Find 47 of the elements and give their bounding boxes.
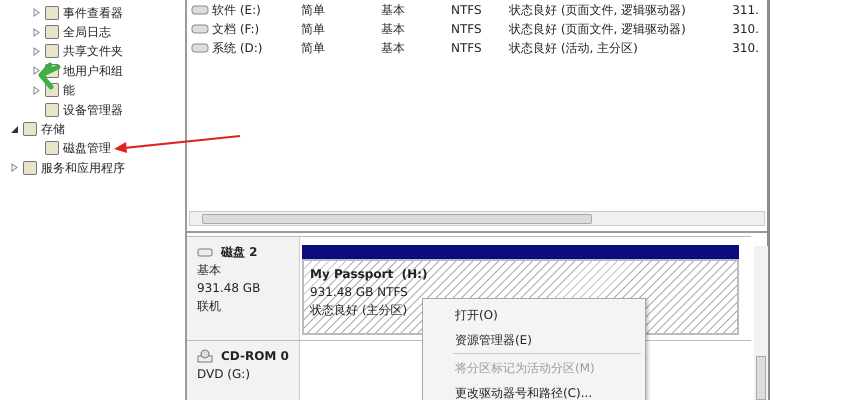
menu-item[interactable]: 更改驱动器号和路径(C)... [425,380,643,400]
tree-item[interactable]: 服务和应用程序 [41,158,125,177]
drive-icon [191,4,209,14]
menu-item[interactable]: 打开(O) [425,302,643,327]
table-cell-text: 310. [731,20,759,38]
table-cell-text: NTFS [451,20,483,38]
tree-item[interactable]: 共享文件夹 [63,42,123,60]
drive-icon [191,42,209,52]
expander-icon[interactable] [10,124,19,134]
table-cell-text: 状态良好 (活动, 主分区) [509,40,639,56]
drive-icon [191,24,209,34]
horizontal-scrollbar[interactable] [189,210,765,226]
disk-info: DVD (G:) [197,366,251,383]
annotation-arrow-icon [112,134,242,154]
disk-info: 联机 [197,298,222,315]
tree-item[interactable]: 全局日志 [63,23,111,42]
table-cell-text: 简单 [301,40,326,56]
tree-item[interactable]: 事件查看器 [63,4,123,22]
partition-size: 931.48 GB NTFS [310,285,408,299]
tree-item[interactable]: 能 [63,81,75,100]
table-cell-text: 简单 [301,2,326,18]
table-cell-text: NTFS [451,2,483,18]
table-cell-text: 简单 [301,20,326,38]
vertical-scrollbar[interactable] [754,246,768,400]
table-cell-text: 状态良好 (页面文件, 逻辑驱动器) [509,20,687,38]
tree-item[interactable]: 地用户和组 [63,62,123,80]
table-cell-text: 软件 (E:) [212,2,262,18]
tree-item[interactable]: 设备管理器 [63,100,123,119]
partition-name: My Passport (H:) [310,267,428,281]
table-cell-text: 310. [731,40,759,56]
table-cell-text: 文档 (F:) [212,20,260,38]
table-cell-text: 基本 [381,40,406,56]
tree-item[interactable]: 存储 [41,120,65,138]
table-cell-text: 311. [731,2,759,18]
tree-item[interactable]: 磁盘管理 [63,139,111,158]
table-cell-text: 基本 [381,2,406,18]
disk-info: 基本 [197,262,222,279]
disk-info: 931.48 GB [197,280,262,297]
pointer-arrow-icon [37,62,61,90]
disk-name: CD-ROM 0 [221,348,289,365]
table-cell-text: 基本 [381,20,406,38]
cd-drive-icon [197,349,213,363]
table-cell-text: 状态良好 (页面文件, 逻辑驱动器) [509,2,687,18]
disk-name: 磁盘 2 [221,244,258,261]
table-cell-text: 系统 (D:) [212,40,264,56]
partition-status: 状态良好 (主分区) [310,303,408,317]
table-cell-text: NTFS [451,40,483,56]
